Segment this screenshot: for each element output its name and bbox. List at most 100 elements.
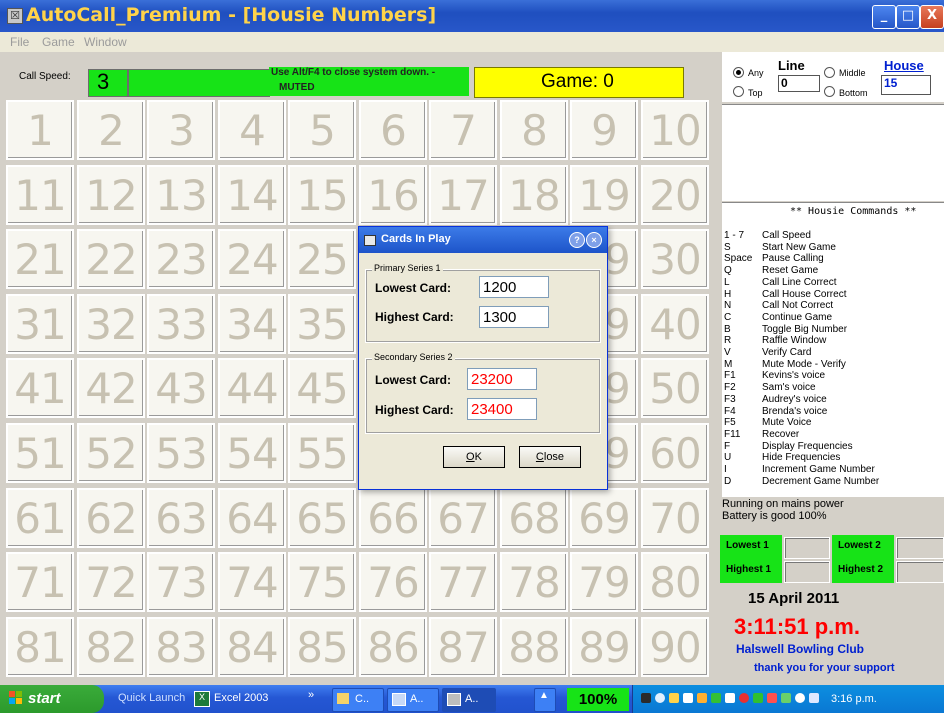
lowest-2-field[interactable] [896, 537, 944, 559]
number-cell[interactable]: 18 [500, 165, 568, 225]
number-cell[interactable]: 1 [6, 100, 74, 160]
number-cell[interactable]: 66 [359, 488, 427, 548]
number-cell[interactable]: 42 [77, 358, 145, 418]
number-cell[interactable]: 24 [218, 229, 286, 289]
number-cell[interactable]: 21 [6, 229, 74, 289]
number-cell[interactable]: 90 [641, 617, 709, 677]
line-value-field[interactable]: 0 [778, 75, 820, 92]
number-cell[interactable]: 67 [429, 488, 497, 548]
number-cell[interactable]: 52 [77, 423, 145, 483]
number-cell[interactable]: 82 [77, 617, 145, 677]
number-cell[interactable]: 12 [77, 165, 145, 225]
number-cell[interactable]: 50 [641, 358, 709, 418]
number-cell[interactable]: 17 [429, 165, 497, 225]
number-cell[interactable]: 81 [6, 617, 74, 677]
update-icon[interactable] [767, 693, 777, 703]
menu-window[interactable]: Window [84, 35, 127, 49]
taskbar-clock[interactable]: 3:16 p.m. [831, 693, 877, 705]
task-button-folder[interactable]: C.. [332, 688, 384, 712]
number-cell[interactable]: 85 [288, 617, 356, 677]
start-button[interactable]: start [0, 685, 104, 713]
number-cell[interactable]: 10 [641, 100, 709, 160]
number-cell[interactable]: 3 [147, 100, 215, 160]
number-cell[interactable]: 30 [641, 229, 709, 289]
dialog-close-button[interactable]: × [586, 232, 602, 248]
dialog-help-button[interactable]: ? [569, 232, 585, 248]
number-cell[interactable]: 19 [570, 165, 638, 225]
number-cell[interactable]: 68 [500, 488, 568, 548]
number-cell[interactable]: 25 [288, 229, 356, 289]
radio-bottom[interactable] [824, 86, 835, 97]
number-cell[interactable]: 6 [359, 100, 427, 160]
secondary-highest-input[interactable]: 23400 [467, 398, 537, 420]
primary-lowest-input[interactable]: 1200 [479, 276, 549, 298]
number-cell[interactable]: 75 [288, 552, 356, 612]
number-cell[interactable]: 43 [147, 358, 215, 418]
number-cell[interactable]: 80 [641, 552, 709, 612]
radio-any[interactable] [733, 67, 744, 78]
quick-launch-chevron[interactable]: » [308, 689, 314, 701]
number-cell[interactable]: 60 [641, 423, 709, 483]
number-cell[interactable]: 23 [147, 229, 215, 289]
number-cell[interactable]: 76 [359, 552, 427, 612]
number-cell[interactable]: 2 [77, 100, 145, 160]
number-cell[interactable]: 89 [570, 617, 638, 677]
number-cell[interactable]: 55 [288, 423, 356, 483]
security-icon[interactable] [739, 693, 749, 703]
number-cell[interactable]: 71 [6, 552, 74, 612]
number-cell[interactable]: 87 [429, 617, 497, 677]
tools-icon[interactable] [781, 693, 791, 703]
menu-file[interactable]: File [10, 35, 29, 49]
volume-icon[interactable] [725, 693, 735, 703]
number-cell[interactable]: 20 [641, 165, 709, 225]
highest-2-field[interactable] [896, 561, 944, 583]
chat-icon[interactable] [753, 693, 763, 703]
number-cell[interactable]: 5 [288, 100, 356, 160]
taskbar-scroll-button[interactable]: ▲ [534, 688, 556, 712]
number-cell[interactable]: 14 [218, 165, 286, 225]
number-cell[interactable]: 62 [77, 488, 145, 548]
number-cell[interactable]: 7 [429, 100, 497, 160]
lowest-1-field[interactable] [784, 537, 830, 559]
back-arrow-icon[interactable] [655, 693, 665, 703]
maximize-button[interactable]: □ [896, 5, 920, 29]
calendar-icon[interactable] [809, 693, 819, 703]
number-cell[interactable]: 13 [147, 165, 215, 225]
number-cell[interactable]: 45 [288, 358, 356, 418]
radio-middle[interactable] [824, 67, 835, 78]
number-cell[interactable]: 16 [359, 165, 427, 225]
number-cell[interactable]: 31 [6, 294, 74, 354]
dialog-title-bar[interactable]: Cards In Play ? × [359, 227, 607, 253]
menu-game[interactable]: Game [42, 35, 75, 49]
excel-quick-launch[interactable]: X Excel 2003 [194, 688, 276, 710]
power-plug-icon[interactable] [641, 693, 651, 703]
ok-button[interactable]: OK [443, 446, 505, 468]
number-cell[interactable]: 51 [6, 423, 74, 483]
number-cell[interactable]: 84 [218, 617, 286, 677]
network-icon[interactable] [697, 693, 707, 703]
number-cell[interactable]: 78 [500, 552, 568, 612]
app-icon[interactable]: ☒ [7, 8, 23, 24]
number-cell[interactable]: 33 [147, 294, 215, 354]
number-cell[interactable]: 61 [6, 488, 74, 548]
number-cell[interactable]: 32 [77, 294, 145, 354]
number-cell[interactable]: 72 [77, 552, 145, 612]
number-cell[interactable]: 74 [218, 552, 286, 612]
number-cell[interactable]: 79 [570, 552, 638, 612]
number-cell[interactable]: 69 [570, 488, 638, 548]
signal-icon[interactable] [711, 693, 721, 703]
monitor-icon[interactable] [683, 693, 693, 703]
number-cell[interactable]: 8 [500, 100, 568, 160]
number-cell[interactable]: 35 [288, 294, 356, 354]
number-cell[interactable]: 15 [288, 165, 356, 225]
number-cell[interactable]: 54 [218, 423, 286, 483]
number-cell[interactable]: 65 [288, 488, 356, 548]
mail-icon[interactable] [669, 693, 679, 703]
number-cell[interactable]: 88 [500, 617, 568, 677]
number-cell[interactable]: 41 [6, 358, 74, 418]
number-cell[interactable]: 4 [218, 100, 286, 160]
radio-top[interactable] [733, 86, 744, 97]
number-cell[interactable]: 73 [147, 552, 215, 612]
primary-highest-input[interactable]: 1300 [479, 306, 549, 328]
close-dialog-button[interactable]: Close [519, 446, 581, 468]
